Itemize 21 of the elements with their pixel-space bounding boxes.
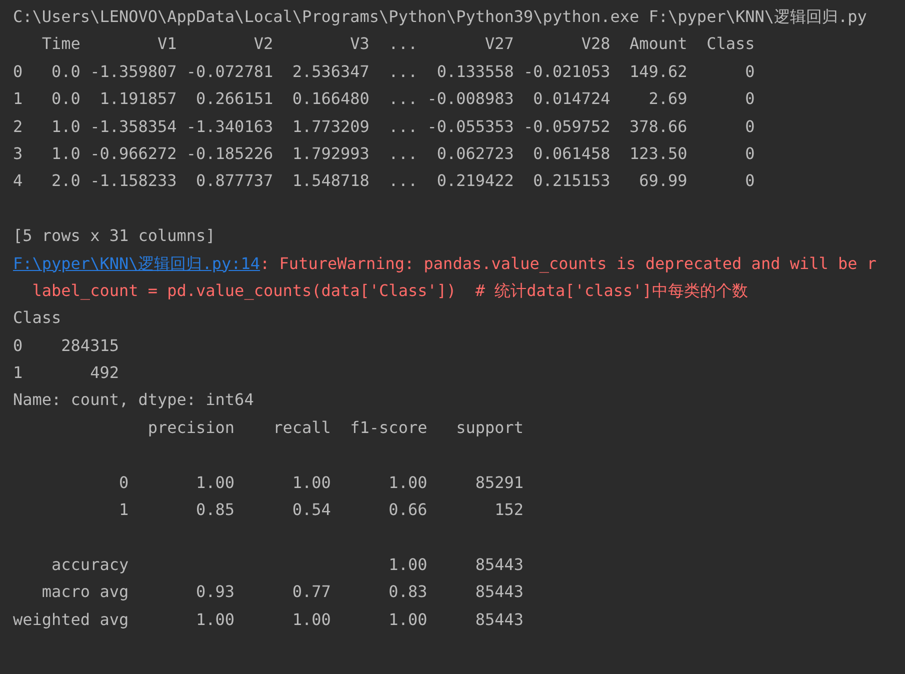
console-line: 1 0.85 0.54 0.66 152 <box>118 500 524 520</box>
console-line: precision recall f1-score support <box>146 418 524 437</box>
console-line: 2 1.0 -1.358354 -1.340163 1.773209 ... -0.055353 -0.059752 378.66 0 <box>13 116 755 136</box>
console-line: 0 284315 <box>13 336 119 355</box>
console-line: 1 492 <box>13 363 119 382</box>
console-line: Time V1 V2 V3 ... V27 V28 Amount Class <box>40 34 755 54</box>
console-line: Class <box>13 308 62 328</box>
warning-message: : FutureWarning: pandas.value_counts is deprecated and will be r <box>260 254 877 273</box>
console-line: 3 1.0 -0.966272 -0.185226 1.792993 ... 0.062723 0.061458 123.50 0 <box>13 144 755 163</box>
console-line: accuracy 1.00 85443 <box>50 554 524 574</box>
file-link[interactable]: F:\pyper\KNN\逻辑回归.py:14 <box>13 254 260 273</box>
console-line: 4 2.0 -1.158233 0.877737 1.548718 ... 0.219422 0.215153 69.99 0 <box>13 171 755 190</box>
console-line: 0 1.00 1.00 1.00 85291 <box>118 472 524 492</box>
console-line: weighted avg 1.00 1.00 1.00 85443 <box>13 610 524 629</box>
console-line: 0 0.0 -1.359807 -0.072781 2.536347 ... 0.133558 -0.021053 149.62 0 <box>13 62 755 81</box>
console-line: macro avg 0.93 0.77 0.83 85443 <box>40 582 524 602</box>
console-line: label_count = pd.value_counts(data['Class']) # 统计data['class']中每类的个数 <box>31 280 748 300</box>
console-line: 1 0.0 1.191857 0.266151 0.166480 ... -0.008983 0.014724 2.69 0 <box>13 89 755 108</box>
console-line: C:\Users\LENOVO\AppData\Local\Programs\Python\Python39\python.exe F:\pyper\KNN\逻辑回归.py <box>13 7 867 26</box>
console-line: [5 rows x 31 columns] <box>13 226 216 246</box>
console-line: Name: count, dtype: int64 <box>13 390 254 410</box>
